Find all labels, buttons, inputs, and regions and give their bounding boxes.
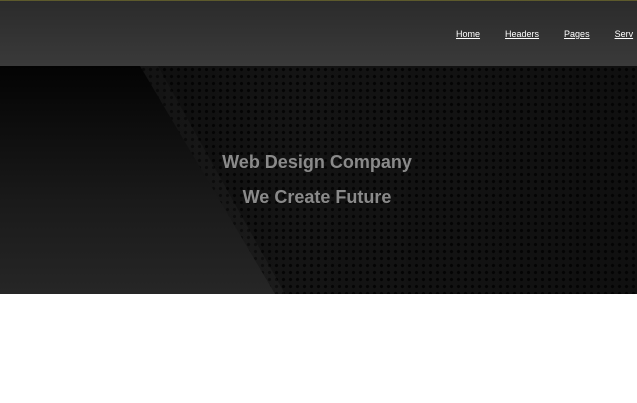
main-nav: Home Headers Pages Serv <box>456 29 637 40</box>
page: Home Headers Pages Serv Web Design Company … <box>0 0 637 403</box>
nav-link-headers[interactable]: Headers <box>505 29 539 40</box>
hero-subtitle: We Create Future <box>242 187 392 207</box>
nav-link-home[interactable]: Home <box>456 29 480 40</box>
content-area <box>0 294 637 403</box>
hero-banner: Web Design Company We Create Future <box>0 66 637 294</box>
hero-title: Web Design Company <box>222 152 412 172</box>
navbar: Home Headers Pages Serv <box>0 1 637 66</box>
nav-link-services[interactable]: Serv <box>615 29 634 40</box>
nav-link-pages[interactable]: Pages <box>564 29 590 40</box>
